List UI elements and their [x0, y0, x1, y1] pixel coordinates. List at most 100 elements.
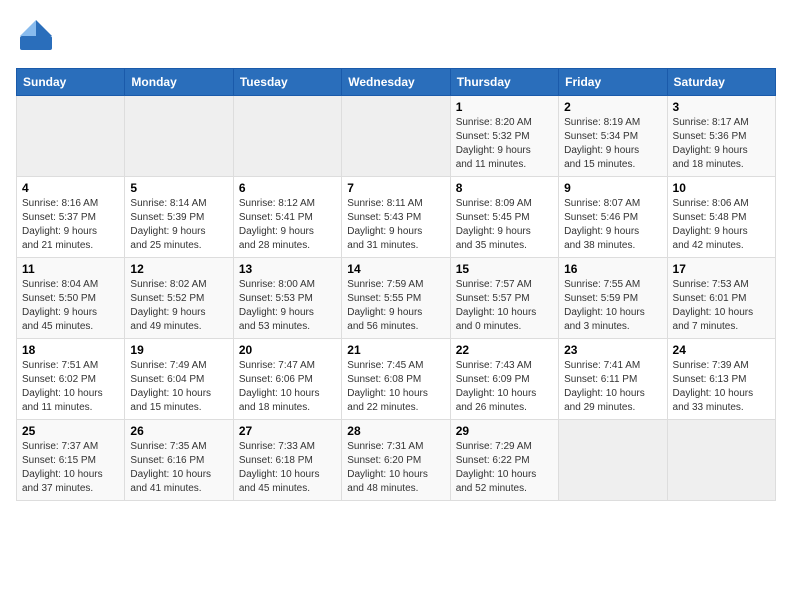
day-number: 17 [673, 262, 770, 276]
day-info: Sunrise: 7:37 AM Sunset: 6:15 PM Dayligh… [22, 440, 119, 496]
calendar-cell: 2 Sunrise: 8:19 AM Sunset: 5:34 PM Daylig… [559, 96, 667, 177]
calendar-cell [233, 96, 341, 177]
calendar-cell: 7 Sunrise: 8:11 AM Sunset: 5:43 PM Daylig… [342, 177, 450, 258]
calendar-cell: 11 Sunrise: 8:04 AM Sunset: 5:50 PM Dayli… [17, 258, 125, 339]
logo-icon [16, 16, 56, 56]
day-number: 5 [130, 181, 227, 195]
day-info: Sunrise: 8:09 AM Sunset: 5:45 PM Dayligh… [456, 197, 553, 253]
calendar-cell: 17 Sunrise: 7:53 AM Sunset: 6:01 PM Dayli… [667, 258, 775, 339]
day-number: 14 [347, 262, 444, 276]
day-number: 24 [673, 343, 770, 357]
day-number: 7 [347, 181, 444, 195]
calendar-cell: 29Sunrise: 7:29 AM Sunset: 6:22 PM Dayli… [450, 420, 558, 501]
day-info: Sunrise: 8:02 AM Sunset: 5:52 PM Dayligh… [130, 278, 227, 334]
day-number: 4 [22, 181, 119, 195]
day-number: 6 [239, 181, 336, 195]
day-info: Sunrise: 7:41 AM Sunset: 6:11 PM Dayligh… [564, 359, 661, 415]
calendar-cell: 21Sunrise: 7:45 AM Sunset: 6:08 PM Dayli… [342, 339, 450, 420]
day-info: Sunrise: 8:20 AM Sunset: 5:32 PM Dayligh… [456, 116, 553, 172]
day-number: 11 [22, 262, 119, 276]
day-info: Sunrise: 7:49 AM Sunset: 6:04 PM Dayligh… [130, 359, 227, 415]
day-number: 23 [564, 343, 661, 357]
calendar-cell [559, 420, 667, 501]
day-info: Sunrise: 7:45 AM Sunset: 6:08 PM Dayligh… [347, 359, 444, 415]
calendar-cell [125, 96, 233, 177]
calendar-cell [17, 96, 125, 177]
day-number: 2 [564, 100, 661, 114]
calendar-cell [667, 420, 775, 501]
calendar-cell: 18Sunrise: 7:51 AM Sunset: 6:02 PM Dayli… [17, 339, 125, 420]
calendar-cell: 23 Sunrise: 7:41 AM Sunset: 6:11 PM Dayli… [559, 339, 667, 420]
calendar-cell: 15 Sunrise: 7:57 AM Sunset: 5:57 PM Dayli… [450, 258, 558, 339]
calendar-cell [342, 96, 450, 177]
day-number: 22 [456, 343, 553, 357]
calendar-week-4: 18Sunrise: 7:51 AM Sunset: 6:02 PM Dayli… [17, 339, 776, 420]
calendar-cell: 25 Sunrise: 7:37 AM Sunset: 6:15 PM Dayli… [17, 420, 125, 501]
day-number: 28 [347, 424, 444, 438]
calendar-cell: 8 Sunrise: 8:09 AM Sunset: 5:45 PM Daylig… [450, 177, 558, 258]
calendar-cell: 26 Sunrise: 7:35 AM Sunset: 6:16 PM Dayli… [125, 420, 233, 501]
day-info: Sunrise: 7:35 AM Sunset: 6:16 PM Dayligh… [130, 440, 227, 496]
day-info: Sunrise: 8:07 AM Sunset: 5:46 PM Dayligh… [564, 197, 661, 253]
day-info: Sunrise: 7:57 AM Sunset: 5:57 PM Dayligh… [456, 278, 553, 334]
calendar-cell: 10 Sunrise: 8:06 AM Sunset: 5:48 PM Dayli… [667, 177, 775, 258]
calendar-cell: 24 Sunrise: 7:39 AM Sunset: 6:13 PM Dayli… [667, 339, 775, 420]
day-header-friday: Friday [559, 69, 667, 96]
day-number: 9 [564, 181, 661, 195]
day-info: Sunrise: 8:16 AM Sunset: 5:37 PM Dayligh… [22, 197, 119, 253]
calendar-week-5: 25 Sunrise: 7:37 AM Sunset: 6:15 PM Dayli… [17, 420, 776, 501]
day-number: 20 [239, 343, 336, 357]
calendar-cell: 3Sunrise: 8:17 AM Sunset: 5:36 PM Daylig… [667, 96, 775, 177]
day-number: 12 [130, 262, 227, 276]
day-info: Sunrise: 8:06 AM Sunset: 5:48 PM Dayligh… [673, 197, 770, 253]
day-info: Sunrise: 8:04 AM Sunset: 5:50 PM Dayligh… [22, 278, 119, 334]
calendar-week-1: 1 Sunrise: 8:20 AM Sunset: 5:32 PM Daylig… [17, 96, 776, 177]
day-number: 15 [456, 262, 553, 276]
calendar-cell: 13 Sunrise: 8:00 AM Sunset: 5:53 PM Dayli… [233, 258, 341, 339]
day-info: Sunrise: 7:59 AM Sunset: 5:55 PM Dayligh… [347, 278, 444, 334]
day-info: Sunrise: 8:19 AM Sunset: 5:34 PM Dayligh… [564, 116, 661, 172]
calendar-cell: 4 Sunrise: 8:16 AM Sunset: 5:37 PM Daylig… [17, 177, 125, 258]
calendar-cell: 9 Sunrise: 8:07 AM Sunset: 5:46 PM Daylig… [559, 177, 667, 258]
logo [16, 16, 60, 56]
day-info: Sunrise: 7:31 AM Sunset: 6:20 PM Dayligh… [347, 440, 444, 496]
day-number: 8 [456, 181, 553, 195]
calendar-cell: 6 Sunrise: 8:12 AM Sunset: 5:41 PM Daylig… [233, 177, 341, 258]
day-number: 10 [673, 181, 770, 195]
day-info: Sunrise: 7:47 AM Sunset: 6:06 PM Dayligh… [239, 359, 336, 415]
day-header-monday: Monday [125, 69, 233, 96]
calendar-header-row: SundayMondayTuesdayWednesdayThursdayFrid… [17, 69, 776, 96]
day-info: Sunrise: 8:17 AM Sunset: 5:36 PM Dayligh… [673, 116, 770, 172]
day-number: 29 [456, 424, 553, 438]
day-number: 18 [22, 343, 119, 357]
calendar-cell: 1 Sunrise: 8:20 AM Sunset: 5:32 PM Daylig… [450, 96, 558, 177]
day-header-sunday: Sunday [17, 69, 125, 96]
calendar-cell: 16Sunrise: 7:55 AM Sunset: 5:59 PM Dayli… [559, 258, 667, 339]
day-header-tuesday: Tuesday [233, 69, 341, 96]
day-info: Sunrise: 8:11 AM Sunset: 5:43 PM Dayligh… [347, 197, 444, 253]
calendar-cell: 19 Sunrise: 7:49 AM Sunset: 6:04 PM Dayli… [125, 339, 233, 420]
day-number: 1 [456, 100, 553, 114]
day-info: Sunrise: 7:39 AM Sunset: 6:13 PM Dayligh… [673, 359, 770, 415]
calendar-cell: 22 Sunrise: 7:43 AM Sunset: 6:09 PM Dayli… [450, 339, 558, 420]
day-number: 25 [22, 424, 119, 438]
calendar-table: SundayMondayTuesdayWednesdayThursdayFrid… [16, 68, 776, 501]
day-number: 26 [130, 424, 227, 438]
day-number: 27 [239, 424, 336, 438]
day-header-saturday: Saturday [667, 69, 775, 96]
page-header [16, 16, 776, 56]
calendar-cell: 27Sunrise: 7:33 AM Sunset: 6:18 PM Dayli… [233, 420, 341, 501]
day-info: Sunrise: 7:43 AM Sunset: 6:09 PM Dayligh… [456, 359, 553, 415]
day-number: 19 [130, 343, 227, 357]
calendar-cell: 28 Sunrise: 7:31 AM Sunset: 6:20 PM Dayli… [342, 420, 450, 501]
day-number: 13 [239, 262, 336, 276]
day-info: Sunrise: 8:00 AM Sunset: 5:53 PM Dayligh… [239, 278, 336, 334]
day-info: Sunrise: 7:55 AM Sunset: 5:59 PM Dayligh… [564, 278, 661, 334]
day-header-wednesday: Wednesday [342, 69, 450, 96]
day-info: Sunrise: 7:53 AM Sunset: 6:01 PM Dayligh… [673, 278, 770, 334]
day-info: Sunrise: 8:12 AM Sunset: 5:41 PM Dayligh… [239, 197, 336, 253]
calendar-week-2: 4 Sunrise: 8:16 AM Sunset: 5:37 PM Daylig… [17, 177, 776, 258]
calendar-week-3: 11 Sunrise: 8:04 AM Sunset: 5:50 PM Dayli… [17, 258, 776, 339]
day-header-thursday: Thursday [450, 69, 558, 96]
calendar-cell: 14 Sunrise: 7:59 AM Sunset: 5:55 PM Dayli… [342, 258, 450, 339]
